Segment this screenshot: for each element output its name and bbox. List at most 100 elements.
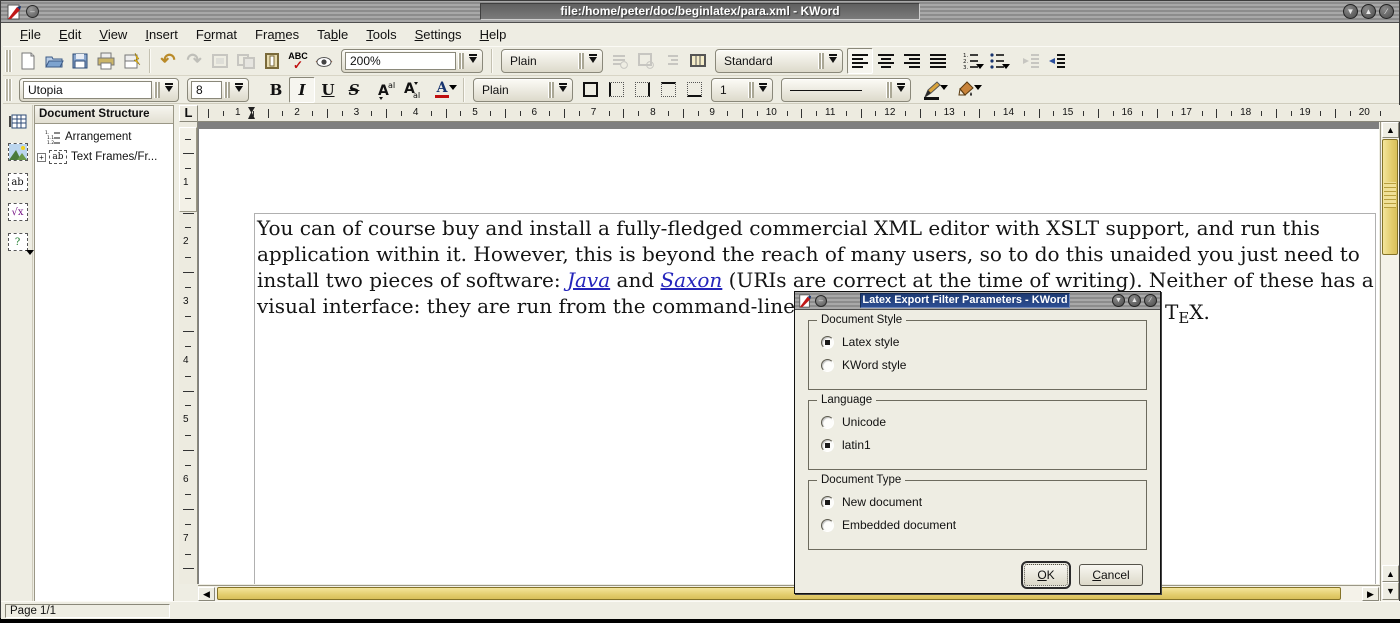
border-line-style-combobox[interactable] <box>781 78 911 102</box>
new-document-button[interactable] <box>15 48 41 74</box>
paste-frame-button[interactable] <box>259 48 285 74</box>
chevron-down-icon[interactable] <box>449 85 457 94</box>
menu-format[interactable]: Format <box>187 25 246 44</box>
background-color-button[interactable] <box>949 77 983 103</box>
menu-settings[interactable]: Settings <box>406 25 471 44</box>
toolbar-grip[interactable] <box>5 79 12 101</box>
radio-embedded-document[interactable]: Embedded document <box>821 518 1136 532</box>
tree-item-text-frames[interactable]: + ab Text Frames/Fr... <box>37 150 171 164</box>
align-left-button[interactable] <box>847 48 873 74</box>
radio-button-icon[interactable] <box>821 359 834 372</box>
tab-selector[interactable]: L <box>179 105 198 122</box>
radio-kword-style[interactable]: KWord style <box>821 358 1136 372</box>
document-text-line[interactable]: visual interface: they are run from the … <box>257 294 808 318</box>
saxon-link[interactable]: Saxon <box>660 268 722 292</box>
redo-button[interactable]: ↷ <box>181 48 207 74</box>
bullet-list-button[interactable] <box>985 48 1011 74</box>
insert-object-button[interactable]: ? <box>5 229 31 255</box>
maximize-button[interactable]: ▲ <box>1361 4 1376 19</box>
update-style-button[interactable] <box>633 48 659 74</box>
menu-tools[interactable]: Tools <box>357 25 405 44</box>
increase-indent-button[interactable] <box>1045 48 1071 74</box>
underline-button[interactable]: U <box>315 77 341 103</box>
zoom-value[interactable]: 200% <box>345 52 456 70</box>
decrease-indent-button[interactable] <box>1019 48 1045 74</box>
horizontal-ruler[interactable]: 1234567891011121314151617181920 <box>198 105 1400 122</box>
window-titlebar[interactable]: – file:/home/peter/doc/beginlatex/para.x… <box>1 1 1399 23</box>
radio-new-document[interactable]: New document <box>821 495 1136 509</box>
radio-button-icon[interactable] <box>821 439 834 452</box>
copy-frame-button[interactable] <box>233 48 259 74</box>
frame-style-combobox[interactable]: Standard <box>715 49 843 73</box>
spellcheck-button[interactable]: ABC ✓ <box>285 48 311 74</box>
chevron-down-icon[interactable] <box>466 52 480 70</box>
maximize-button[interactable]: ▲ <box>1128 294 1141 307</box>
chevron-down-icon[interactable] <box>894 81 908 99</box>
align-center-button[interactable] <box>873 48 899 74</box>
border-outline-button[interactable] <box>577 77 603 103</box>
menu-help[interactable]: Help <box>471 25 516 44</box>
italic-button[interactable]: I <box>289 77 315 103</box>
indent-marker[interactable] <box>248 107 255 119</box>
font-size-value[interactable]: 8 <box>191 81 222 99</box>
paragraph-style-combobox[interactable]: Plain <box>501 49 603 73</box>
font-size-combobox[interactable]: 8 <box>187 78 249 102</box>
chevron-down-icon[interactable] <box>974 85 982 94</box>
expander-plus-icon[interactable]: + <box>37 153 46 162</box>
chevron-down-icon[interactable] <box>232 81 246 99</box>
chevron-down-icon[interactable] <box>940 85 948 94</box>
frame-style-button[interactable] <box>685 48 711 74</box>
zoom-combobox[interactable]: 200% <box>341 49 483 73</box>
sticky-button[interactable]: – <box>26 5 39 18</box>
scroll-up-button-bottom[interactable]: ▲ <box>1382 565 1399 582</box>
font-name-value[interactable]: Utopia <box>23 81 152 99</box>
strikethrough-button[interactable]: S <box>341 77 367 103</box>
document-text-line[interactable]: You can of course buy and install a full… <box>257 216 1320 240</box>
subscript-button[interactable]: AaI <box>399 77 425 103</box>
horizontal-scrollbar-thumb[interactable] <box>217 587 1341 600</box>
radio-unicode[interactable]: Unicode <box>821 415 1136 429</box>
radio-latin1[interactable]: latin1 <box>821 438 1136 452</box>
cut-frame-button[interactable] <box>207 48 233 74</box>
insert-picture-button[interactable] <box>5 139 31 165</box>
create-style-button[interactable] <box>607 48 633 74</box>
document-text-line[interactable]: application within it. However, this is … <box>257 242 1360 266</box>
border-right-button[interactable] <box>629 77 655 103</box>
bold-button[interactable]: B <box>263 77 289 103</box>
save-button[interactable] <box>67 48 93 74</box>
sticky-button[interactable]: – <box>815 295 827 307</box>
scroll-right-button[interactable]: ▶ <box>1362 587 1379 601</box>
superscript-button[interactable]: AaI <box>373 77 399 103</box>
character-style-combobox[interactable]: Plain <box>473 78 573 102</box>
insert-text-frame-button[interactable]: ab <box>5 169 31 195</box>
radio-button-icon[interactable] <box>821 416 834 429</box>
scroll-down-button[interactable]: ▼ <box>1382 582 1399 600</box>
apply-style-button[interactable] <box>659 48 685 74</box>
vertical-ruler[interactable]: 1234567 <box>179 122 198 584</box>
chevron-down-icon[interactable] <box>826 52 840 70</box>
menu-edit[interactable]: Edit <box>50 25 90 44</box>
border-bottom-button[interactable] <box>681 77 707 103</box>
toolbar-grip[interactable] <box>5 50 12 72</box>
dialog-titlebar[interactable]: – Latex Export Filter Parameters - KWord… <box>795 292 1160 310</box>
page[interactable]: You can of course buy and install a full… <box>199 129 1379 584</box>
document-text-line[interactable]: install two pieces of software: Java and… <box>257 268 1374 292</box>
menu-view[interactable]: View <box>90 25 136 44</box>
radio-button-icon[interactable] <box>821 336 834 349</box>
border-top-button[interactable] <box>655 77 681 103</box>
border-width-combobox[interactable]: 1 <box>711 78 773 102</box>
border-color-button[interactable] <box>915 77 949 103</box>
menu-file[interactable]: File <box>11 25 50 44</box>
horizontal-scrollbar[interactable]: ◀ ▶ <box>198 585 1380 601</box>
document-view[interactable]: You can of course buy and install a full… <box>198 122 1379 584</box>
cancel-button[interactable]: Cancel <box>1079 564 1143 586</box>
tree-item-arrangement[interactable]: 1.1.11.2 Arrangement <box>45 130 171 144</box>
scroll-left-button[interactable]: ◀ <box>198 587 215 601</box>
print-preview-button[interactable] <box>119 48 145 74</box>
align-justify-button[interactable] <box>925 48 951 74</box>
chevron-down-icon[interactable] <box>556 81 570 99</box>
radio-button-icon[interactable] <box>821 519 834 532</box>
java-link[interactable]: Java <box>567 268 610 292</box>
minimize-button[interactable]: ▼ <box>1343 4 1358 19</box>
chevron-down-icon[interactable] <box>756 81 770 99</box>
